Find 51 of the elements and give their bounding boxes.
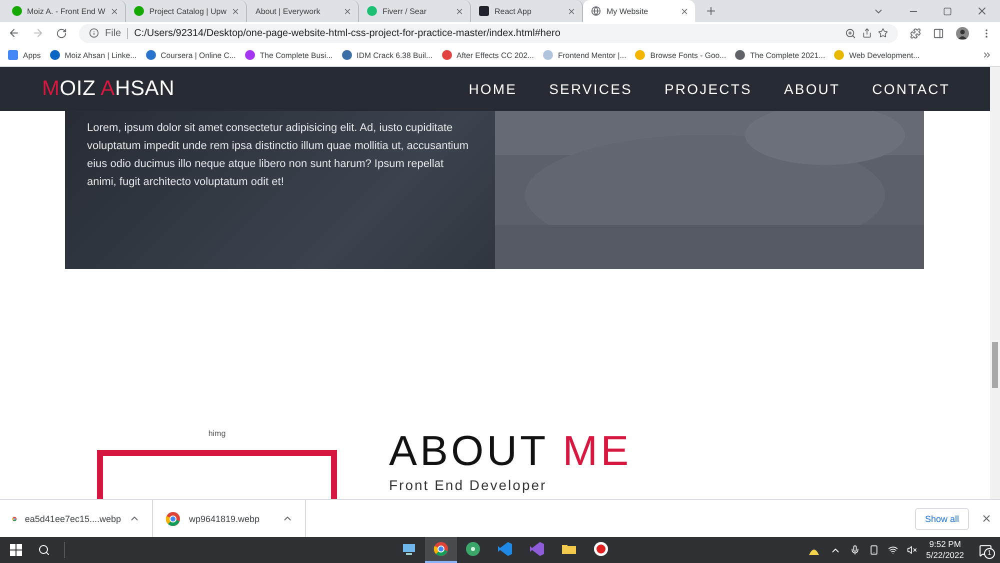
about-subtitle: Front End Developer — [389, 476, 548, 493]
close-icon[interactable] — [110, 6, 120, 16]
side-panel-icon[interactable] — [933, 28, 944, 39]
close-icon[interactable] — [976, 5, 988, 17]
search-icon[interactable] — [38, 544, 50, 556]
info-icon — [89, 28, 99, 38]
wifi-icon[interactable] — [888, 545, 898, 555]
nav-link[interactable]: PROJECTS — [664, 80, 752, 97]
nav-link[interactable]: ABOUT — [784, 80, 840, 97]
zoom-icon[interactable] — [845, 28, 856, 39]
volume-muted-icon[interactable] — [907, 545, 918, 555]
more-bookmarks-icon[interactable] — [982, 50, 992, 60]
puzzle-icon[interactable] — [910, 28, 921, 39]
chrome-icon[interactable] — [433, 541, 449, 557]
phone-icon[interactable] — [869, 545, 880, 555]
avatar-icon[interactable] — [956, 26, 969, 40]
address-bar[interactable]: File C:/Users/92314/Desktop/one-page-website-html-css-project-for-practice-master/index.html#hero — [79, 24, 898, 43]
clock[interactable]: 9:52 PM 5/22/2022 — [926, 539, 964, 561]
share-icon[interactable] — [862, 28, 872, 38]
globe-icon — [591, 6, 602, 16]
windows-start-icon[interactable] — [10, 544, 22, 556]
scrollbar[interactable] — [990, 66, 1000, 499]
circle-logo-icon — [134, 6, 144, 16]
close-icon[interactable] — [567, 6, 576, 16]
nav-link[interactable]: HOME — [468, 80, 518, 97]
chrome-icon[interactable] — [165, 510, 181, 526]
circle-logo-icon — [367, 6, 378, 16]
show-all-button[interactable]: Show all — [914, 508, 969, 530]
browser-tab[interactable]: My Website — [583, 0, 696, 22]
hero-text: Lorem, ipsum dolor sit amet consectetur adipisicing elit. Ad, iusto cupiditate voluptatum impedit unde rem ipsa distinctio illum quae mollitia ut, accusantium eius odio ducimus illo neque atque libero non sunt harum? Ipsum repellat animi, fugit architecto voluptatum odit et! — [87, 120, 470, 190]
record-icon[interactable] — [593, 541, 609, 557]
microphone-icon[interactable] — [850, 545, 860, 555]
site-logo[interactable]: MOIZ AHSAN — [42, 76, 175, 101]
about-title: ABOUT ME — [389, 428, 632, 473]
reload-icon[interactable] — [56, 28, 67, 39]
nav-link[interactable]: SERVICES — [549, 80, 632, 97]
new-tab-icon[interactable] — [705, 5, 718, 17]
computer-icon[interactable] — [401, 541, 417, 557]
close-icon[interactable] — [231, 6, 240, 16]
maximize-icon[interactable] — [943, 6, 952, 16]
star-icon[interactable] — [878, 28, 888, 38]
close-icon[interactable] — [981, 513, 992, 524]
code-editor-icon[interactable] — [497, 541, 513, 557]
close-icon[interactable] — [680, 6, 690, 16]
studio-icon[interactable] — [529, 541, 545, 557]
nav-link[interactable]: CONTACT — [872, 80, 950, 97]
close-icon[interactable] — [343, 6, 352, 16]
circle-logo-icon — [12, 6, 22, 16]
broken-image-alt: himg — [208, 428, 226, 438]
close-icon[interactable] — [455, 6, 464, 16]
back-icon[interactable] — [8, 27, 20, 40]
